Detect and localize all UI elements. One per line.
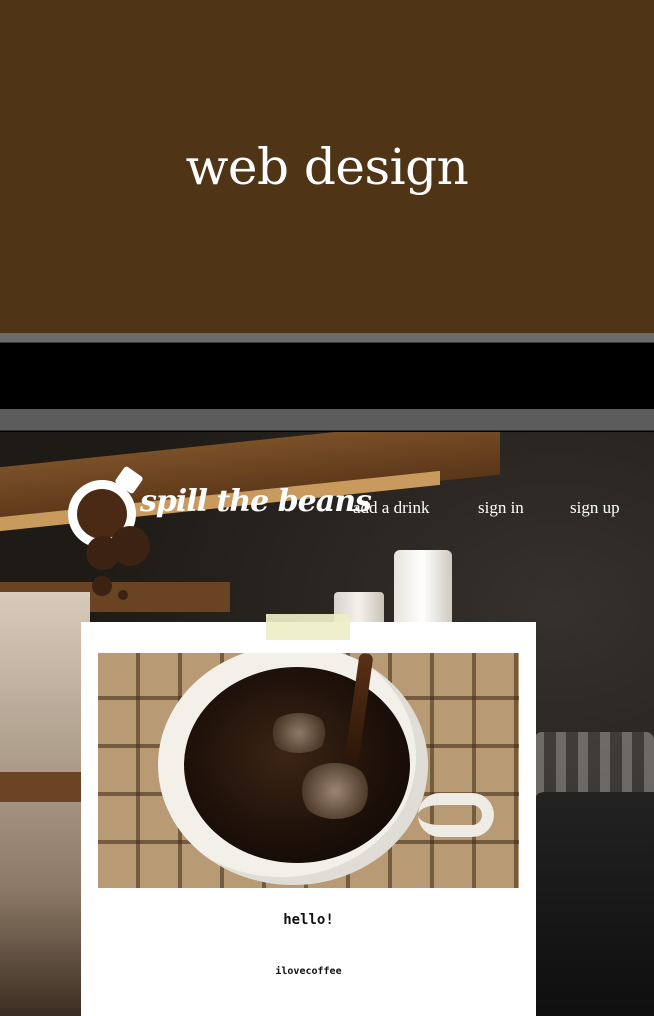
page-title: web design — [185, 138, 469, 196]
nav-add-drink-link[interactable]: add a drink — [353, 498, 429, 518]
logo-drop — [92, 576, 112, 596]
card-tape — [266, 614, 350, 640]
device-frame-bezel — [0, 343, 654, 409]
photo-coffee — [184, 667, 410, 863]
site-name[interactable]: spill the beans — [140, 484, 372, 519]
post-photo[interactable] — [98, 653, 519, 888]
background-espresso-machine — [534, 792, 654, 1016]
nav-sign-up-link[interactable]: sign up — [570, 498, 620, 518]
photo-foam — [268, 713, 330, 753]
device-frame-toolbar — [0, 409, 654, 431]
post-title: hello! — [283, 912, 334, 928]
background-paper-cup — [394, 550, 452, 630]
post-author[interactable]: ilovecoffee — [81, 966, 536, 977]
background-counter — [0, 772, 90, 802]
logo-drop — [118, 590, 128, 600]
website-viewport: spill the beans add a drink sign in sign… — [0, 432, 654, 1016]
device-frame-rim — [0, 333, 654, 343]
photo-cup-handle — [418, 793, 494, 837]
post-card[interactable]: hello! ilovecoffee — [81, 622, 536, 1016]
header-band: web design — [0, 0, 654, 333]
nav-sign-in-link[interactable]: sign in — [478, 498, 524, 518]
background-wall — [0, 592, 90, 1016]
logo-drop — [110, 526, 150, 566]
photo-foam — [298, 763, 372, 819]
